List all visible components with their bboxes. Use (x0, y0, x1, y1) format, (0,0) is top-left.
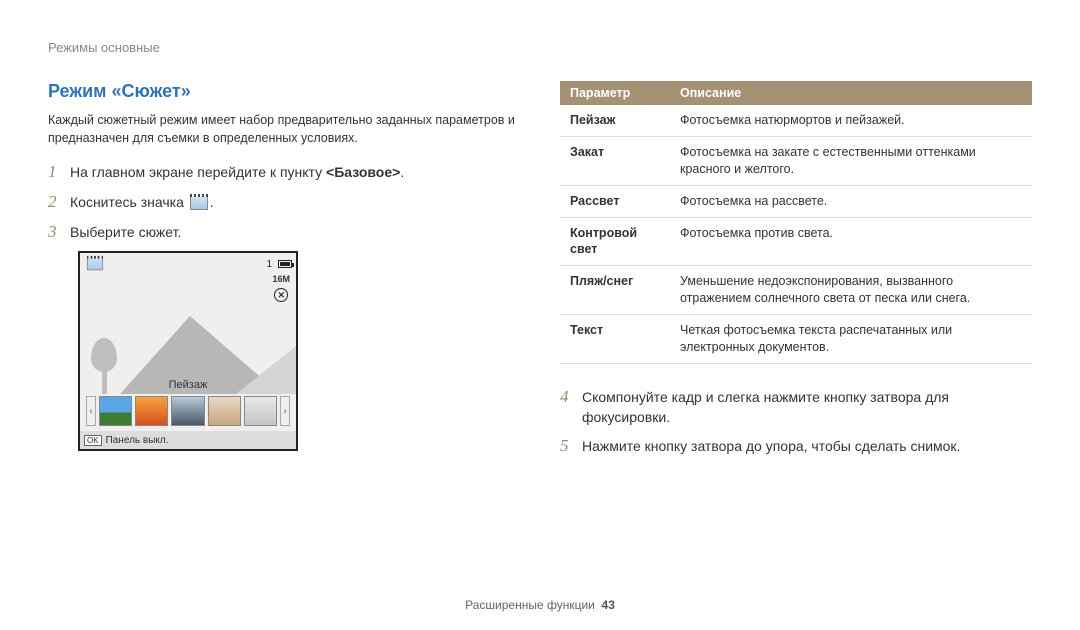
left-column: Режим «Сюжет» Каждый сюжетный режим имее… (48, 81, 520, 465)
step-3-text: Выберите сюжет. (70, 221, 181, 242)
scene-label: Пейзаж (80, 376, 296, 394)
camera-screen-mock: 1 16M ✕ Пейзаж ‹ › (78, 251, 298, 451)
panel-off-label: Панель выкл. (106, 435, 169, 446)
param-cell: Контровой свет (560, 217, 670, 266)
step-1-bold: <Базовое> (326, 164, 400, 180)
step-2-post: . (210, 194, 214, 210)
desc-cell: Фотосъемка на закате с естественными отт… (670, 136, 1032, 185)
page-footer: Расширенные функции 43 (0, 598, 1080, 612)
scene-thumb[interactable] (135, 396, 168, 426)
step-1-post: . (400, 164, 404, 180)
right-column: Параметр Описание ПейзажФотосъемка натюр… (560, 81, 1032, 465)
scene-thumbstrip: ‹ › (86, 395, 290, 427)
desc-cell: Четкая фотосъемка текста распечатанных и… (670, 315, 1032, 364)
step-4: 4 Скомпонуйте кадр и слегка нажмите кноп… (560, 386, 1032, 428)
scn-badge-icon (87, 258, 103, 271)
desc-cell: Фотосъемка на рассвете. (670, 185, 1032, 217)
step-number: 4 (560, 386, 582, 408)
footer-label: Расширенные функции (465, 598, 595, 612)
chevron-left-icon[interactable]: ‹ (86, 396, 96, 426)
step-1-pre: На главном экране перейдите к пункту (70, 164, 326, 180)
param-cell: Пляж/снег (560, 266, 670, 315)
param-cell: Закат (560, 136, 670, 185)
page-number: 43 (602, 598, 615, 612)
intro-text: Каждый сюжетный режим имеет набор предва… (48, 112, 520, 147)
scene-thumb[interactable] (171, 396, 204, 426)
scene-thumb[interactable] (244, 396, 277, 426)
scene-thumb[interactable] (208, 396, 241, 426)
table-row: ПейзажФотосъемка натюрмортов и пейзажей. (560, 105, 1032, 136)
shot-count: 1 (266, 259, 272, 270)
step-5: 5 Нажмите кнопку затвора до упора, чтобы… (560, 435, 1032, 457)
param-cell: Текст (560, 315, 670, 364)
battery-icon (278, 260, 292, 268)
th-desc: Описание (670, 81, 1032, 105)
step-4-text: Скомпонуйте кадр и слегка нажмите кнопку… (582, 386, 1032, 428)
desc-cell: Фотосъемка против света. (670, 217, 1032, 266)
table-row: ЗакатФотосъемка на закате с естественным… (560, 136, 1032, 185)
step-number: 5 (560, 435, 582, 457)
desc-cell: Фотосъемка натюрмортов и пейзажей. (670, 105, 1032, 136)
chevron-right-icon[interactable]: › (280, 396, 290, 426)
step-number: 2 (48, 191, 70, 213)
step-2: 2 Коснитесь значка . (48, 191, 520, 213)
step-3: 3 Выберите сюжет. (48, 221, 520, 243)
ok-button-icon: OK (84, 435, 102, 446)
table-row: Контровой светФотосъемка против света. (560, 217, 1032, 266)
desc-cell: Уменьшение недоэкспонирования, вызванног… (670, 266, 1032, 315)
table-row: РассветФотосъемка на рассвете. (560, 185, 1032, 217)
param-cell: Рассвет (560, 185, 670, 217)
th-param: Параметр (560, 81, 670, 105)
step-1: 1 На главном экране перейдите к пункту <… (48, 161, 520, 183)
step-number: 1 (48, 161, 70, 183)
running-header: Режимы основные (48, 40, 1032, 55)
step-2-pre: Коснитесь значка (70, 194, 188, 210)
table-row: Пляж/снегУменьшение недоэкспонирования, … (560, 266, 1032, 315)
param-cell: Пейзаж (560, 105, 670, 136)
scene-thumb[interactable] (99, 396, 132, 426)
scene-mode-icon (190, 196, 208, 210)
table-row: ТекстЧеткая фотосъемка текста распечатан… (560, 315, 1032, 364)
step-number: 3 (48, 221, 70, 243)
scene-options-table: Параметр Описание ПейзажФотосъемка натюр… (560, 81, 1032, 364)
section-title: Режим «Сюжет» (48, 81, 520, 102)
step-5-text: Нажмите кнопку затвора до упора, чтобы с… (582, 435, 960, 456)
